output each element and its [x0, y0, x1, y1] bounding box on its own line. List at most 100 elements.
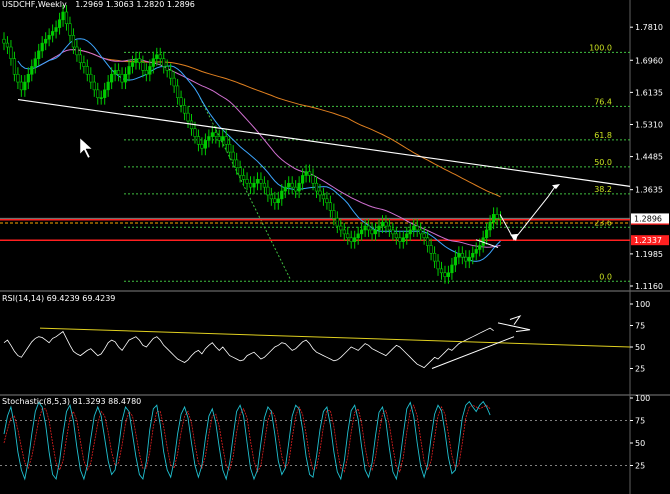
- candle: [78, 54, 82, 63]
- price-tick-label: 1.1160: [635, 282, 663, 291]
- candle: [235, 159, 239, 168]
- candle: [71, 35, 76, 48]
- candle: [339, 225, 343, 231]
- candle: [214, 132, 218, 137]
- candle: [141, 62, 145, 71]
- candle: [231, 151, 235, 161]
- candle: [377, 225, 381, 231]
- stoch-signal-line: [3, 404, 491, 473]
- candle: [120, 73, 124, 83]
- candle: [210, 132, 214, 137]
- candle: [30, 66, 34, 75]
- candle: [478, 245, 482, 250]
- candle: [460, 253, 464, 258]
- fib-level-label: 76.4: [594, 97, 612, 106]
- candle: [325, 198, 329, 204]
- price-badge-label: 1.2337: [634, 236, 662, 245]
- candle: [391, 229, 395, 235]
- candle: [40, 42, 44, 52]
- candle: [12, 58, 17, 75]
- fib-level-label: 0.0: [599, 272, 612, 281]
- candle: [464, 256, 468, 262]
- candle: [151, 58, 155, 67]
- candle: [207, 136, 211, 141]
- rsi-tick-label: 100: [635, 300, 650, 309]
- candle: [51, 31, 55, 36]
- candle: [99, 97, 103, 99]
- candle: [294, 186, 298, 192]
- candle: [144, 70, 148, 75]
- candle: [436, 260, 440, 270]
- candle: [96, 89, 100, 98]
- candle: [68, 23, 72, 36]
- candle: [85, 66, 89, 75]
- candle: [221, 136, 225, 141]
- candle: [89, 73, 93, 83]
- candle: [217, 136, 221, 141]
- candle: [273, 198, 277, 204]
- candle: [485, 229, 489, 239]
- price-tick-label: 1.4485: [635, 153, 663, 162]
- price-tick-label: 1.3635: [635, 186, 663, 195]
- price-tick-label: 1.7810: [635, 23, 663, 32]
- candle: [224, 136, 228, 145]
- candle: [290, 182, 294, 188]
- candle: [373, 229, 378, 235]
- candle: [182, 105, 187, 114]
- rsi-line: [3, 327, 494, 369]
- candle: [64, 11, 69, 24]
- candle: [297, 182, 301, 192]
- candle: [491, 214, 496, 223]
- rsi-arrow: [509, 315, 522, 325]
- candle: [148, 66, 152, 75]
- candle: [259, 179, 263, 184]
- candle: [474, 249, 478, 254]
- candle: [2, 38, 6, 44]
- candle: [241, 175, 246, 180]
- candle: [439, 268, 444, 274]
- candle: [380, 221, 385, 227]
- candle: [488, 221, 492, 231]
- candle: [363, 225, 367, 231]
- candle: [446, 272, 451, 277]
- candle: [280, 190, 284, 200]
- candle: [44, 38, 48, 44]
- candle: [370, 229, 374, 235]
- ohlc-low: 1.2820: [136, 0, 165, 9]
- candle: [453, 256, 457, 266]
- candle: [123, 73, 128, 83]
- candle: [307, 171, 312, 176]
- candle: [276, 198, 280, 204]
- candle: [82, 62, 86, 67]
- candle: [16, 73, 20, 83]
- candle: [110, 73, 114, 83]
- candle: [47, 35, 51, 40]
- rsi-trendline: [39, 327, 631, 348]
- candle: [457, 253, 461, 258]
- candle: [387, 225, 392, 231]
- candle: [155, 54, 159, 60]
- candle: [228, 144, 232, 153]
- symbol-label: USDCHF,Weekly: [2, 0, 67, 9]
- candle: [311, 175, 315, 184]
- candle: [432, 253, 437, 262]
- ohlc-high: 1.3063: [105, 0, 134, 9]
- stoch-tick-label: 100: [635, 394, 650, 403]
- candle: [75, 46, 79, 56]
- stoch-tick-label: 75: [635, 417, 645, 426]
- candle: [283, 186, 287, 192]
- candle: [429, 245, 433, 254]
- candle: [269, 194, 273, 200]
- candle: [353, 237, 357, 242]
- rsi-title: RSI(14,14) 69.4239 69.4239: [2, 294, 116, 303]
- candle: [158, 54, 162, 60]
- price-tick-label: 1.6135: [635, 88, 663, 97]
- candle: [318, 190, 322, 196]
- ohlc-close: 1.2896: [166, 0, 195, 9]
- candle: [127, 66, 131, 75]
- candle: [366, 225, 371, 231]
- candle: [23, 81, 27, 91]
- price-title: USDCHF,Weekly 1.2969 1.3063 1.2820 1.289…: [2, 0, 195, 9]
- candle: [203, 140, 207, 149]
- candle: [349, 237, 353, 242]
